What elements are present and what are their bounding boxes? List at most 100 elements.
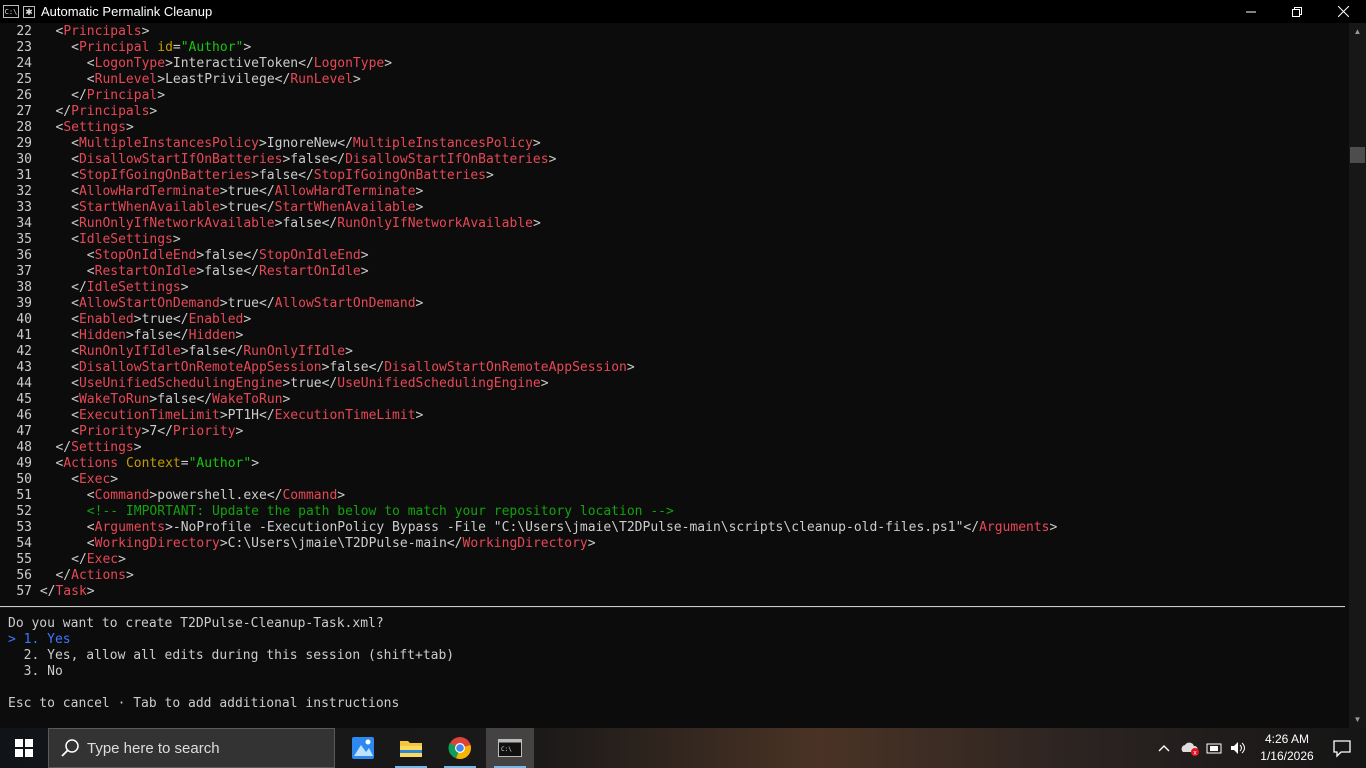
xml-tag-name: Command xyxy=(282,488,338,503)
xml-text: >false</ xyxy=(180,344,244,359)
xml-tag-name: ExecutionTimeLimit xyxy=(78,408,220,423)
line-number: 51 xyxy=(16,488,32,503)
xml-tag-name: Principal xyxy=(86,88,158,103)
code-line: 35 <IdleSettings> xyxy=(0,232,180,248)
xml-tag-name: Actions xyxy=(63,456,119,471)
scroll-up-arrow-icon[interactable]: ▲ xyxy=(1349,23,1366,40)
code-line: 47 <Priority>7</Priority> xyxy=(0,424,243,440)
xml-tag-name: Principal xyxy=(78,40,150,55)
xml-text: < xyxy=(71,376,79,391)
xml-tag-name: WakeToRun xyxy=(78,392,150,407)
line-number: 41 xyxy=(16,328,32,343)
xml-text: </ xyxy=(55,104,72,119)
xml-tag-name: MultipleInstancesPolicy xyxy=(78,136,259,151)
onedrive-error-icon[interactable]: x xyxy=(1180,740,1200,756)
line-number: 54 xyxy=(16,536,32,551)
start-button[interactable] xyxy=(0,728,48,768)
action-center-icon xyxy=(1333,740,1351,758)
code-line: 26 </Principal> xyxy=(0,88,165,104)
line-number: 36 xyxy=(16,248,32,263)
code-line: 55 </Exec> xyxy=(0,552,126,568)
code-line: 48 </Settings> xyxy=(0,440,141,456)
xml-text: >false</ xyxy=(282,152,346,167)
restore-icon xyxy=(1292,6,1302,17)
xml-text: >true</ xyxy=(133,312,189,327)
xml-text: </ xyxy=(71,88,87,103)
restore-button[interactable] xyxy=(1274,0,1320,23)
code-line: 43 <DisallowStartOnRemoteAppSession>fals… xyxy=(0,360,634,376)
line-number: 39 xyxy=(16,296,32,311)
prompt-option[interactable]: 2. Yes, allow all edits during this sess… xyxy=(8,648,454,664)
line-number: 23 xyxy=(16,40,32,55)
minimize-button[interactable] xyxy=(1228,0,1274,23)
code-line: 57 </Task> xyxy=(0,584,94,600)
xml-tag-name: Enabled xyxy=(78,312,134,327)
show-hidden-icons-chevron-icon[interactable] xyxy=(1156,744,1172,752)
xml-text: >7</ xyxy=(141,424,173,439)
xml-text: > xyxy=(282,392,291,407)
xml-text: > xyxy=(485,168,494,183)
volume-icon[interactable] xyxy=(1230,741,1248,755)
xml-tag-name: AllowStartOnDemand xyxy=(78,296,220,311)
xml-tag-name: Hidden xyxy=(188,328,236,343)
code-line: 33 <StartWhenAvailable>true</StartWhenAv… xyxy=(0,200,423,216)
close-button[interactable] xyxy=(1320,0,1366,23)
taskbar-clock[interactable]: 4:26 AM 1/16/2026 xyxy=(1252,731,1322,765)
xml-text: < xyxy=(86,56,95,71)
line-number: 25 xyxy=(16,72,32,87)
scroll-down-arrow-icon[interactable]: ▼ xyxy=(1349,711,1366,728)
notifications-button[interactable] xyxy=(1332,738,1352,763)
taskbar-app-chrome[interactable] xyxy=(436,728,484,768)
xml-text: < xyxy=(86,488,95,503)
selection-cursor xyxy=(8,664,24,679)
clock-date: 1/16/2026 xyxy=(1260,749,1314,763)
clock-time: 4:26 AM xyxy=(1264,732,1310,746)
line-number: 53 xyxy=(16,520,32,535)
line-number: 38 xyxy=(16,280,32,295)
code-line: 34 <RunOnlyIfNetworkAvailable>false</Run… xyxy=(0,216,540,232)
xml-attr-value: "Author" xyxy=(180,40,244,55)
search-icon xyxy=(61,739,79,757)
xml-tag-name: RunOnlyIfIdle xyxy=(243,344,346,359)
taskbar-search-box[interactable]: Type here to search xyxy=(48,728,335,768)
xml-tag-name: IdleSettings xyxy=(78,232,173,247)
prompt-option[interactable]: 3. No xyxy=(8,664,63,680)
xml-text: > xyxy=(352,72,361,87)
xml-text: >LeastPrivilege</ xyxy=(157,72,291,87)
xml-text: < xyxy=(71,296,79,311)
xml-text: > xyxy=(532,136,541,151)
xml-tag-name: Settings xyxy=(71,440,134,455)
xml-text: > xyxy=(149,104,158,119)
xml-text: < xyxy=(71,168,79,183)
taskbar-app-terminal[interactable]: C:\ xyxy=(486,728,534,768)
xml-text: > xyxy=(251,456,260,471)
xml-text: < xyxy=(86,536,95,551)
code-line: 38 </IdleSettings> xyxy=(0,280,188,296)
network-icon[interactable] xyxy=(1206,741,1224,755)
window-title-bar[interactable]: C:\ ✱ Automatic Permalink Cleanup xyxy=(0,0,1366,23)
xml-text: > xyxy=(548,152,557,167)
vertical-scrollbar[interactable]: ▲ ▼ xyxy=(1349,23,1366,728)
code-line: 53 <Arguments>-NoProfile -ExecutionPolic… xyxy=(0,520,1057,536)
minimize-icon xyxy=(1246,11,1256,12)
xml-text: >false</ xyxy=(149,392,213,407)
taskbar-app-photos[interactable] xyxy=(339,728,387,768)
xml-text: > xyxy=(141,24,150,39)
code-line: 44 <UseUnifiedSchedulingEngine>true</Use… xyxy=(0,376,548,392)
scrollbar-thumb[interactable] xyxy=(1350,147,1365,163)
taskbar-app-file-explorer[interactable] xyxy=(387,728,435,768)
prompt-option[interactable]: > 1. Yes xyxy=(8,632,71,648)
xml-text: >true</ xyxy=(219,296,275,311)
xml-text: </ xyxy=(71,280,87,295)
xml-tag-name: Priority xyxy=(172,424,236,439)
xml-text: < xyxy=(71,184,79,199)
xml-tag-name: MultipleInstancesPolicy xyxy=(352,136,533,151)
terminal-output[interactable]: 22 <Principals> 23 <Principal id="Author"… xyxy=(0,23,1349,728)
